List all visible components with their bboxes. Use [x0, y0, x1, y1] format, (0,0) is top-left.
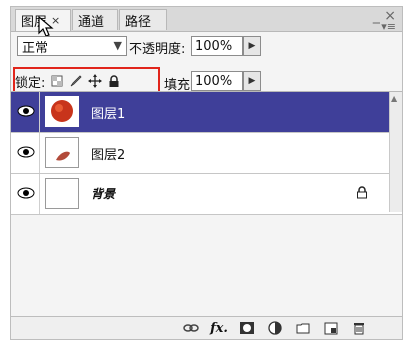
scroll-up-icon[interactable]: ▲: [391, 94, 397, 103]
layer-row[interactable]: 图层2: [11, 133, 402, 174]
trash-icon[interactable]: [350, 320, 368, 336]
layers-scrollbar[interactable]: ▲: [389, 92, 402, 212]
layer-thumbnail: [45, 96, 79, 127]
layer-row[interactable]: 图层1: [11, 92, 402, 133]
opacity-slider-button[interactable]: ▶: [243, 36, 261, 56]
layer-thumbnail: [45, 137, 79, 168]
fill-slider-button[interactable]: ▶: [243, 71, 261, 91]
blend-mode-dropdown[interactable]: 正常 ▼: [17, 36, 127, 56]
eye-icon[interactable]: [15, 145, 37, 159]
layers-list: 图层1 图层2 背景 ▲: [11, 91, 402, 215]
fill-value: 100%: [195, 73, 233, 89]
fx-icon[interactable]: fx.: [210, 320, 228, 336]
tab-channels[interactable]: 通道: [72, 9, 118, 30]
lock-icon: [357, 186, 367, 199]
lock-transparent-icon[interactable]: [49, 74, 64, 89]
lock-move-icon[interactable]: [87, 74, 102, 89]
tab-channels-label: 通道: [78, 14, 105, 30]
layer-divider: [39, 92, 40, 132]
blend-opacity-row: 正常 ▼ 不透明度: 100% ▶: [11, 33, 402, 63]
opacity-label: 不透明度:: [129, 42, 186, 57]
layer-divider: [39, 133, 40, 173]
opacity-value: 100%: [195, 38, 233, 54]
layer-name: 图层2: [91, 148, 126, 163]
layer-name: 图层1: [91, 107, 126, 122]
eye-icon[interactable]: [15, 104, 37, 118]
lock-controls: 锁定:: [15, 70, 121, 92]
triangle-right-icon: ▶: [248, 76, 256, 86]
lock-label: 锁定:: [15, 75, 46, 91]
lock-all-icon[interactable]: [106, 74, 121, 89]
eye-icon[interactable]: [15, 186, 37, 200]
chevron-down-icon: ▼: [113, 39, 122, 52]
fill-input[interactable]: 100%: [191, 71, 243, 91]
triangle-right-icon: ▶: [248, 41, 256, 51]
layer-name: 背景: [91, 187, 116, 201]
layer-thumbnail: [45, 178, 79, 209]
panel-tabs: 图层 × 通道 路径 _ × ▾≡: [11, 7, 402, 37]
tab-paths-label: 路径: [125, 14, 152, 30]
opacity-input[interactable]: 100%: [191, 36, 243, 56]
lock-brush-icon[interactable]: [68, 74, 83, 89]
tab-paths[interactable]: 路径: [119, 9, 167, 30]
group-folder-icon[interactable]: [294, 320, 312, 336]
adjustment-icon[interactable]: [266, 320, 284, 336]
layer-divider: [39, 174, 40, 214]
add-mask-icon[interactable]: [238, 320, 256, 336]
layer-row[interactable]: 背景: [11, 174, 402, 215]
panel-menu-icon[interactable]: ▾≡: [381, 20, 396, 33]
layers-panel: 图层 × 通道 路径 _ × ▾≡ 正常 ▼ 不透明度: 100% ▶ 锁定:: [10, 6, 403, 340]
blend-mode-value: 正常: [22, 40, 49, 56]
bottom-toolbar: fx.: [11, 316, 402, 339]
link-layers-icon[interactable]: [182, 320, 200, 336]
new-layer-icon[interactable]: [322, 320, 340, 336]
